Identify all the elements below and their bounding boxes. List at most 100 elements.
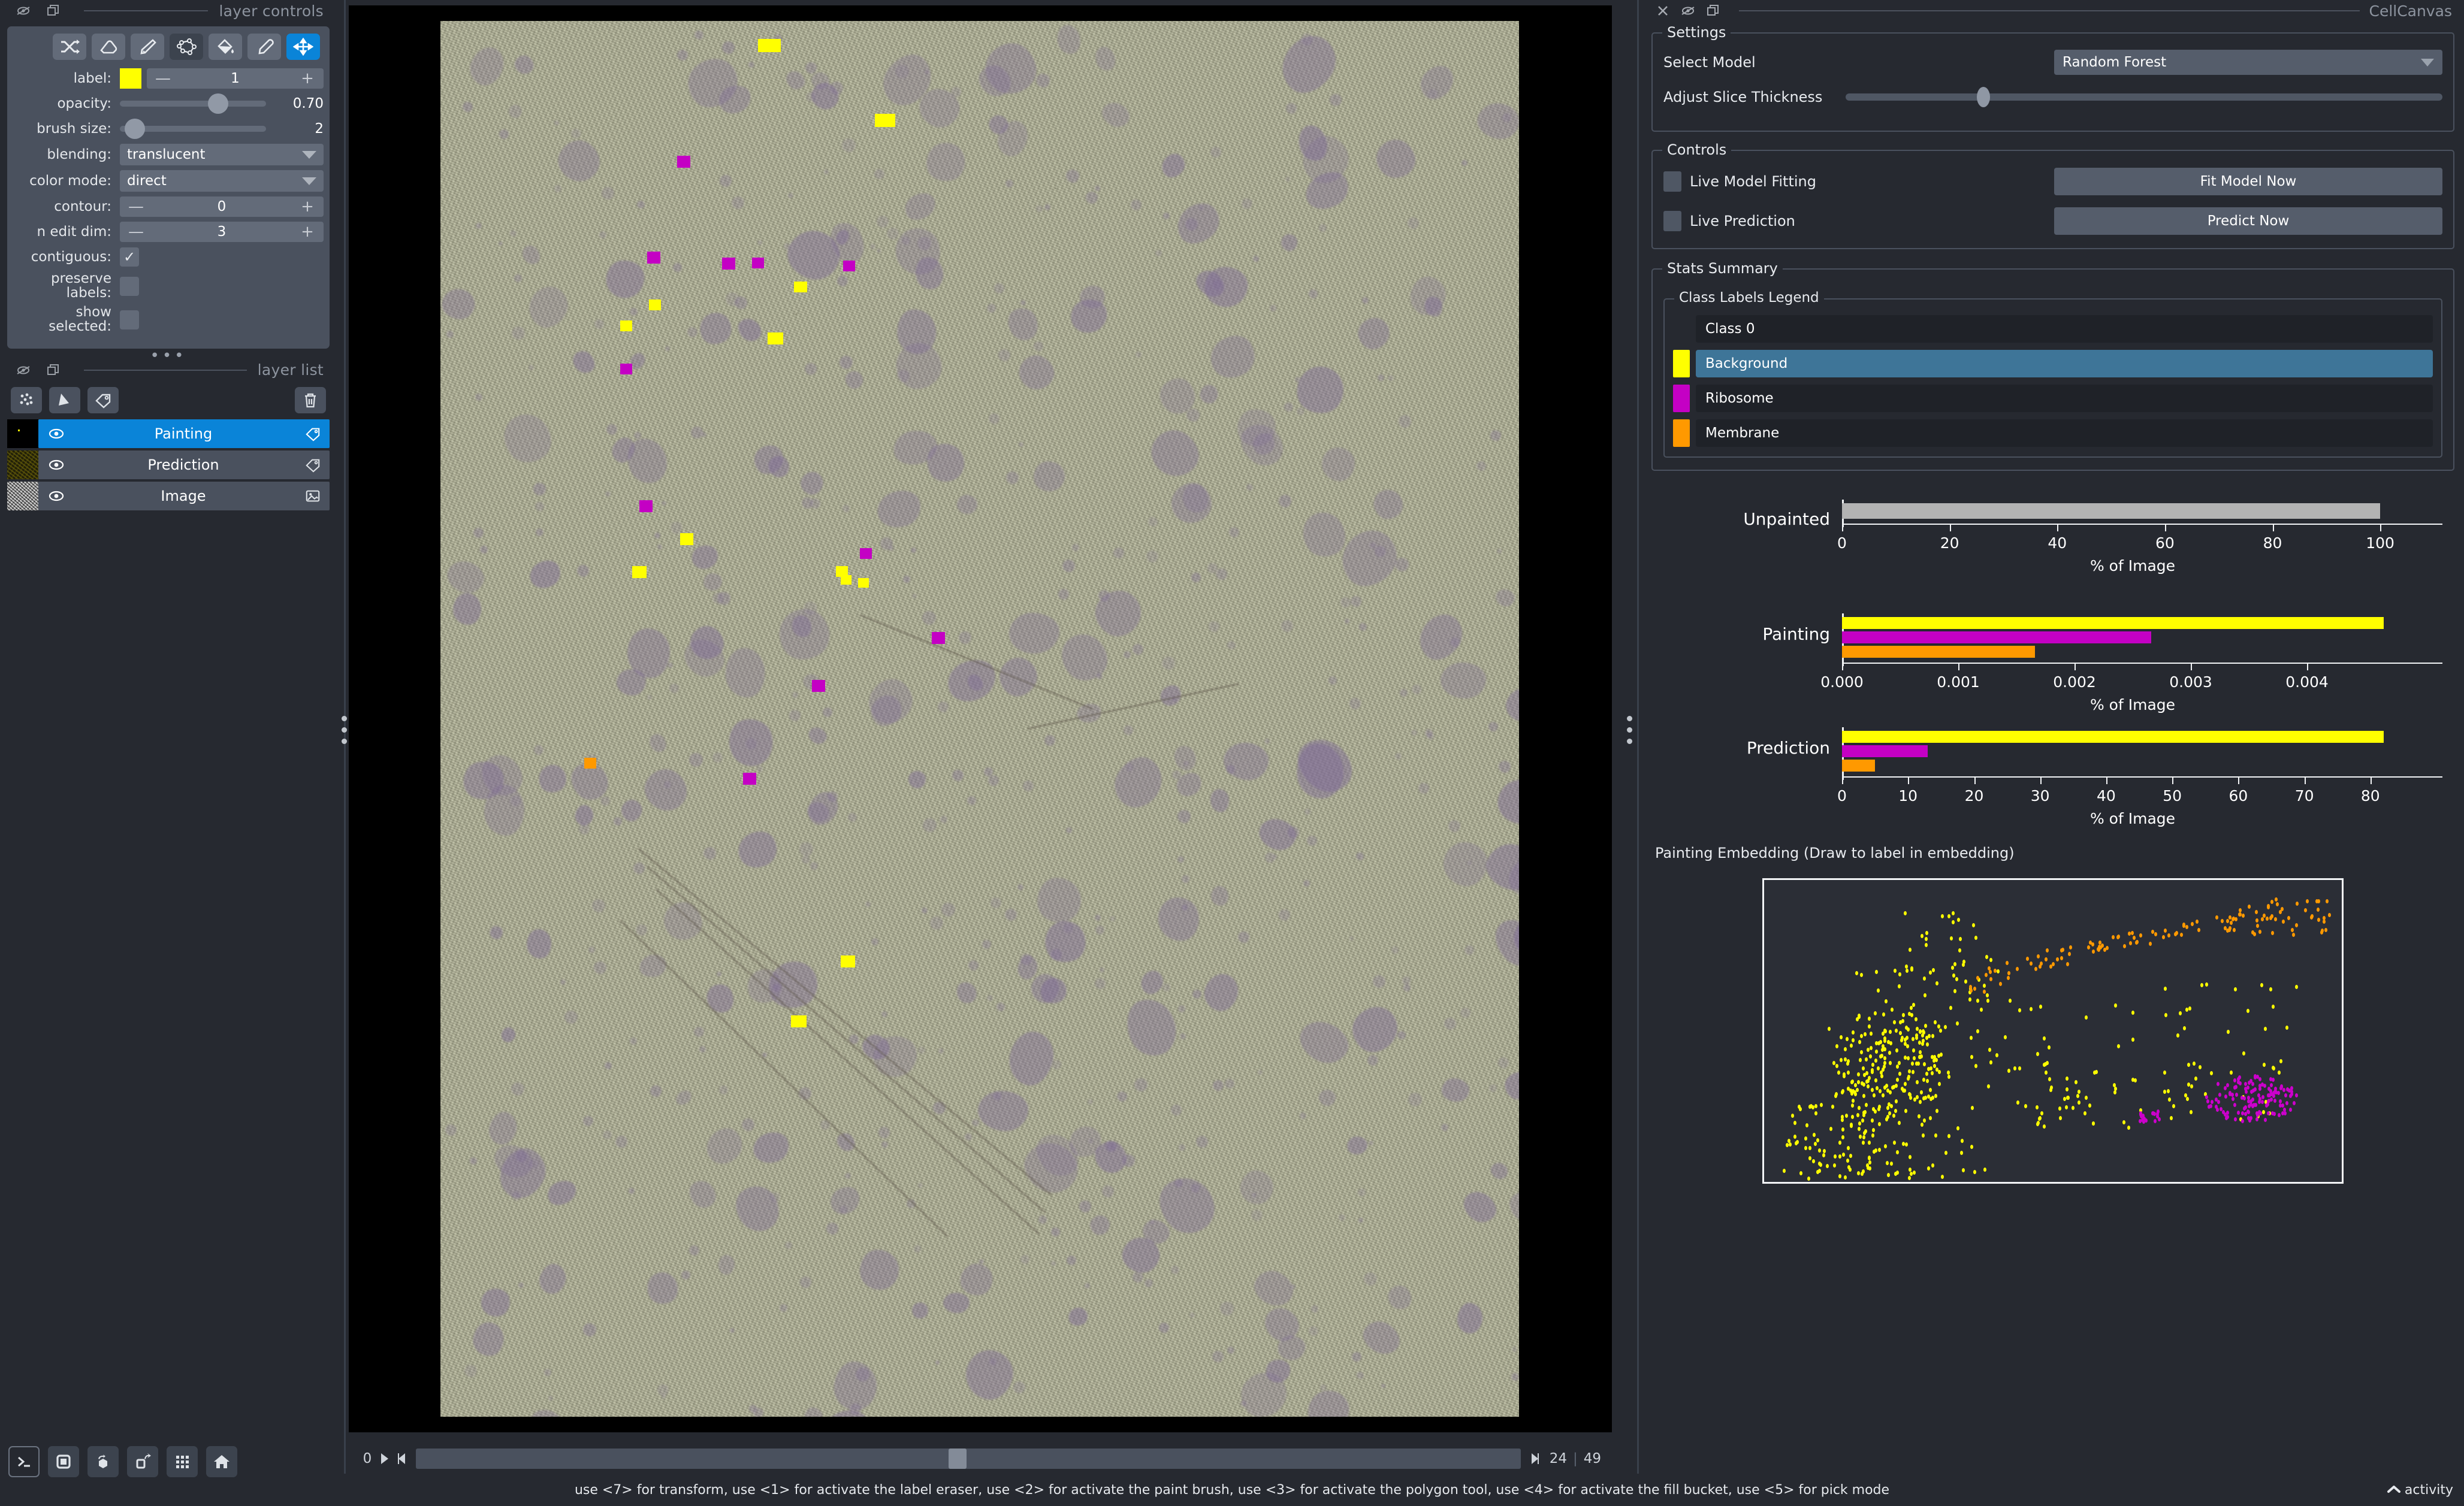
opacity-slider-handle[interactable] [208, 93, 228, 114]
x-tick-label: 0 [1837, 534, 1847, 552]
n-edit-dim-control-row: n edit dim: — 3 + [13, 222, 324, 242]
console-button[interactable] [8, 1446, 40, 1477]
grid-view-button[interactable] [167, 1446, 198, 1477]
viewer-canvas[interactable] [349, 5, 1612, 1432]
label-control-row: label: — 1 + [13, 68, 324, 89]
float-icon[interactable] [43, 361, 64, 379]
contour-decrement-button[interactable]: — [128, 199, 144, 214]
step-first-icon[interactable] [393, 1451, 411, 1466]
x-tick-label: 40 [2048, 534, 2067, 552]
layer-row[interactable]: Image [7, 481, 330, 510]
new-points-layer-button[interactable] [11, 386, 42, 413]
label-spinbox[interactable]: — 1 + [147, 68, 324, 89]
transpose-dims-button[interactable] [127, 1446, 158, 1477]
roll-dims-button[interactable] [87, 1446, 119, 1477]
live-model-fitting-row: Live Model Fitting Fit Model Now [1663, 167, 2442, 196]
hide-icon[interactable] [1679, 2, 1697, 20]
tomogram-slice-image[interactable] [440, 21, 1519, 1417]
opacity-slider[interactable] [120, 93, 266, 114]
contour-increment-button[interactable]: + [300, 199, 315, 214]
right-dock-divider[interactable] [1637, 0, 1639, 1474]
class-color-swatch [1673, 419, 1690, 447]
contiguous-checkbox[interactable]: ✓ [120, 247, 139, 267]
transform-tool[interactable] [286, 34, 320, 60]
float-icon[interactable] [1704, 2, 1722, 20]
blending-select[interactable]: translucent [120, 144, 324, 165]
hide-icon[interactable] [13, 361, 34, 379]
play-icon[interactable] [375, 1451, 393, 1466]
paint-brush-tool[interactable] [131, 34, 164, 60]
select-model-dropdown[interactable]: Random Forest [2054, 50, 2442, 75]
home-button[interactable] [206, 1446, 237, 1477]
class-legend-row[interactable]: Background [1673, 350, 2433, 377]
layer-controls-title: layer controls [219, 2, 324, 20]
n-edit-dim-spinbox[interactable]: — 3 + [120, 222, 324, 242]
slice-slider-handle[interactable] [948, 1448, 967, 1469]
image-icon [296, 488, 321, 504]
contour-spinbox[interactable]: — 0 + [120, 196, 324, 217]
slice-slider-track[interactable] [416, 1448, 1521, 1469]
select-model-label: Select Model [1663, 54, 1756, 71]
painting-embedding-plot[interactable] [1762, 878, 2344, 1184]
layer-visibility-icon[interactable] [47, 490, 71, 502]
bar-0 [1842, 731, 2384, 743]
slice-min-label: 0 [363, 1451, 372, 1466]
live-model-fitting-checkbox[interactable] [1663, 171, 1681, 192]
opacity-control-label: opacity: [57, 95, 111, 111]
fill-bucket-tool[interactable] [209, 34, 242, 60]
layer-thumbnail [7, 450, 38, 479]
label-increment-button[interactable]: + [300, 71, 315, 86]
select-model-value: Random Forest [2063, 55, 2167, 70]
brush-size-slider-handle[interactable] [125, 119, 146, 139]
class-color-swatch [1673, 385, 1690, 412]
layer-row[interactable]: Prediction [7, 450, 330, 479]
slice-thickness-handle[interactable] [1977, 87, 1991, 107]
layer-row[interactable]: Painting [7, 419, 330, 448]
x-tick-label: 70 [2294, 787, 2314, 805]
slice-thickness-slider[interactable] [1846, 85, 2442, 109]
activity-button[interactable]: activity [2387, 1483, 2453, 1498]
float-icon[interactable] [43, 2, 64, 20]
preserve-labels-checkbox[interactable] [120, 276, 139, 296]
label-color-swatch[interactable] [120, 68, 141, 89]
label-eraser-tool[interactable] [92, 34, 125, 60]
left-splitter-grip[interactable] [339, 716, 349, 744]
pick-mode-tool[interactable] [247, 34, 281, 60]
layer-list-toolbar [7, 383, 330, 419]
live-prediction-checkbox[interactable] [1663, 211, 1681, 231]
polygon-tool[interactable] [170, 34, 203, 60]
class-name: Background [1705, 356, 1788, 371]
bar-2 [1842, 760, 1876, 772]
step-last-icon[interactable] [1526, 1451, 1544, 1466]
color-mode-control-label: color mode: [29, 173, 111, 189]
contour-control-label: contour: [54, 198, 111, 214]
x-tick-label: 40 [2096, 787, 2116, 805]
new-labels-layer-button[interactable] [87, 386, 119, 413]
layer-visibility-icon[interactable] [47, 428, 71, 440]
panel-splitter-handle[interactable]: ••• [0, 348, 337, 364]
hide-icon[interactable] [13, 2, 34, 20]
n-edit-dim-decrement-button[interactable]: — [128, 224, 144, 240]
titlebar-rule [1739, 10, 2360, 11]
show-selected-checkbox[interactable] [120, 310, 139, 329]
ndisplay-toggle-button[interactable] [48, 1446, 79, 1477]
layer-name: Image [161, 487, 206, 504]
delete-layer-button[interactable] [295, 386, 326, 413]
layer-visibility-icon[interactable] [47, 459, 71, 471]
blending-control-row: blending: translucent [13, 144, 324, 165]
class-legend-row[interactable]: Ribosome [1673, 385, 2433, 412]
shuffle-colors-tool[interactable] [53, 34, 86, 60]
label-decrement-button[interactable]: — [155, 71, 171, 86]
bar-0 [1842, 617, 2384, 629]
class-legend-row[interactable]: Membrane [1673, 419, 2433, 447]
fit-model-now-button[interactable]: Fit Model Now [2054, 168, 2442, 195]
color-mode-control-row: color mode: direct [13, 170, 324, 192]
predict-now-button[interactable]: Predict Now [2054, 207, 2442, 235]
new-shapes-layer-button[interactable] [49, 386, 80, 413]
right-splitter-grip[interactable] [1624, 716, 1635, 744]
brush-size-slider[interactable] [120, 119, 266, 139]
n-edit-dim-increment-button[interactable]: + [300, 224, 315, 240]
close-icon[interactable] [1654, 2, 1672, 20]
color-mode-select[interactable]: direct [120, 170, 324, 192]
class-legend-row[interactable]: Class 0 [1673, 315, 2433, 343]
